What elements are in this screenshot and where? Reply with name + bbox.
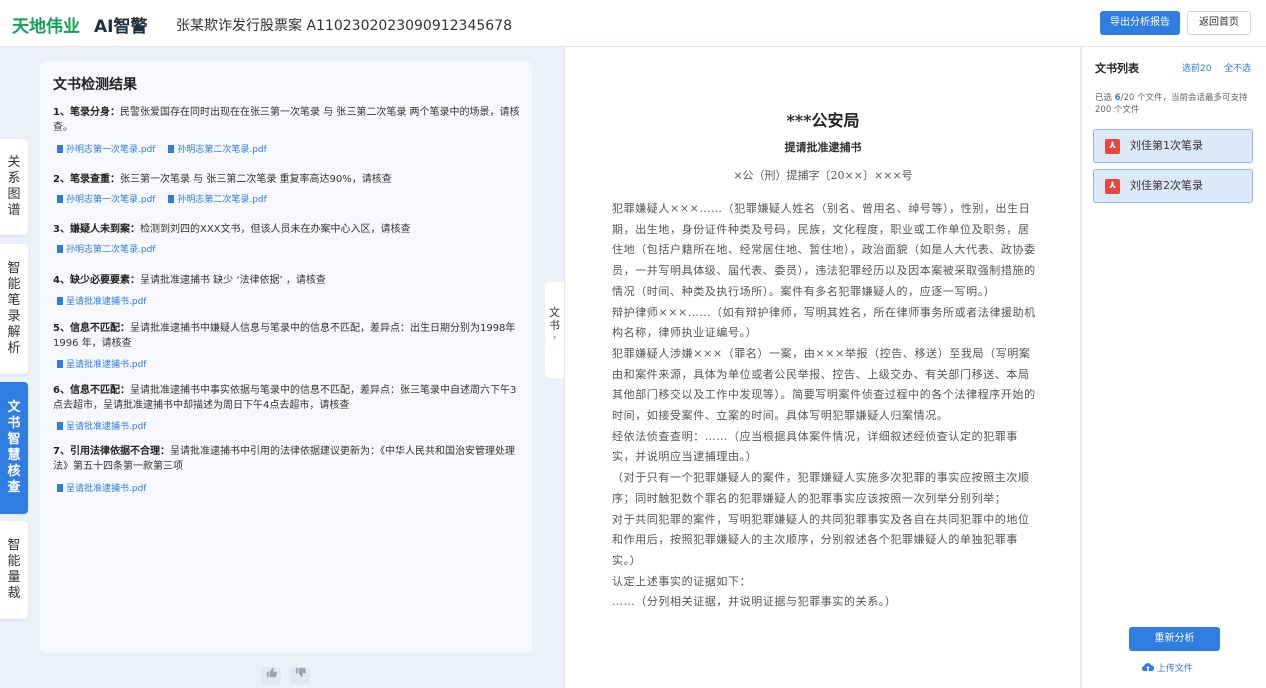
tab-smart-sentencing[interactable]: 智能量裁 [0, 521, 28, 619]
brand-subtitle: AI智警 [94, 17, 148, 37]
file-icon [57, 145, 63, 153]
file-link[interactable]: 孙明志第一次笔录.pdf [57, 145, 155, 155]
document-panel-toggle[interactable]: 文书 › [545, 282, 564, 378]
document-paragraph: 经依法侦查查明：……（应当根据具体案件情况，详细叙述经侦查认定的犯罪事实，并说明… [612, 429, 1018, 464]
file-item[interactable]: ⅄ 刘佳第2次笔录 [1093, 169, 1253, 203]
chevron-right-icon: › [552, 333, 557, 343]
document-paragraph: ……（分列相关证据，并说明证据与犯罪事实的关系。） [612, 595, 897, 609]
file-icon [57, 484, 63, 492]
result-item: 1、笔录分身：民警张爱国存在同时出现在在张三第一次笔录 与 张三第二次笔录 两个… [53, 105, 523, 135]
deselect-all-link[interactable]: 全不选 [1224, 61, 1251, 74]
file-icon [168, 145, 175, 153]
tab-smart-transcript-analysis[interactable]: 智能笔录解析 [0, 244, 28, 374]
document-paragraph: 犯罪嫌疑人×××……（犯罪嫌疑人姓名（别名、曾用名、绰号等），性别，出生日期，出… [612, 202, 1036, 298]
file-link[interactable]: 呈请批准逮捕书.pdf [57, 297, 146, 307]
file-link[interactable]: 孙明志第二次笔录.pdf [57, 245, 155, 255]
result-file-links: 呈请批准逮捕书.pdf [57, 294, 156, 307]
result-item: 5、信息不匹配：呈请批准逮捕书中嫌疑人信息与笔录中的信息不匹配，差异点：出生日期… [53, 321, 523, 351]
file-link[interactable]: 呈请批准逮捕书.pdf [57, 484, 146, 494]
document-title: 提请批准逮捕书 [784, 141, 862, 154]
result-item: 4、缺少必要要素：呈请批准逮捕书 缺少 ‘法律依据’ ，请核查 [53, 273, 523, 288]
file-icon [57, 245, 63, 253]
file-name: 刘佳第2次笔录 [1130, 179, 1203, 192]
result-item-head: 2、笔录查重： [53, 174, 120, 185]
file-icon [57, 297, 63, 305]
result-item-text: 检测到刘四的XXX文书，但该人员未在办案中心入区，请核查 [139, 224, 411, 235]
result-item-head: 4、缺少必要要素： [53, 275, 140, 286]
tab-relationship-graph[interactable]: 关系图谱 [0, 139, 28, 235]
thumbs-down-icon[interactable] [290, 667, 310, 685]
file-link[interactable]: 孙明志第二次笔录.pdf [168, 195, 267, 205]
document-paragraph: 对于共同犯罪的案件，写明犯罪嫌疑人的共同犯罪事实及各自在共同犯罪中的地位和作用后… [612, 512, 1030, 567]
file-list-panel: 文书列表 选前20 全不选 已选 6/20 个文件，当前会话最多可支持 200 … [1081, 47, 1266, 688]
upload-label: 上传文件 [1156, 664, 1193, 674]
export-report-button[interactable]: 导出分析报告 [1100, 11, 1180, 35]
file-item[interactable]: ⅄ 刘佳第1次笔录 [1093, 129, 1253, 163]
document-check-results-panel: 文书检测结果 1、笔录分身：民警张爱国存在同时出现在在张三第一次笔录 与 张三第… [40, 61, 532, 653]
file-icon [57, 195, 63, 203]
result-item-head: 3、嫌疑人未到案： [53, 224, 140, 235]
file-list-title: 文书列表 [1095, 62, 1139, 75]
result-item-text: 民警张爱国存在同时出现在在张三第一次笔录 与 张三第二次笔录 两个笔录中的场景，… [53, 107, 520, 133]
case-title: 张某欺诈发行股票案 A1102302023090912345678 [176, 18, 512, 34]
result-item-head: 7、引用法律依据不合理： [53, 446, 170, 457]
pdf-icon: ⅄ [1105, 139, 1120, 154]
document-toggle-label: 文书 [549, 306, 560, 332]
file-link[interactable]: 呈请批准逮捕书.pdf [57, 360, 146, 370]
selection-note: 已选 6/20 个文件，当前会话最多可支持 200 个文件 [1095, 93, 1248, 115]
document-viewer: ***公安局 提请批准逮捕书 ×公（刑）提捕字〔20××〕×××号 犯罪嫌疑人×… [564, 47, 1080, 688]
file-icon [57, 422, 63, 430]
document-org: ***公安局 [786, 111, 860, 130]
result-file-links: 孙明志第一次笔录.pdf 孙明志第二次笔录.pdf [57, 142, 277, 155]
result-item: 3、嫌疑人未到案：检测到刘四的XXX文书，但该人员未在办案中心入区，请核查 [53, 222, 523, 237]
tab-document-smart-check[interactable]: 文书智慧核查 [0, 382, 28, 514]
result-file-links: 呈请批准逮捕书.pdf [57, 481, 156, 494]
upload-file-button[interactable]: 上传文件 [1141, 661, 1193, 674]
file-icon [57, 360, 63, 368]
result-item: 7、引用法律依据不合理：呈请批准逮捕书中引用的法律依据建议更新为：《中华人民共和… [53, 444, 523, 474]
document-number: ×公（刑）提捕字〔20××〕×××号 [733, 169, 913, 182]
file-icon [168, 195, 175, 203]
pdf-icon: ⅄ [1105, 179, 1120, 194]
file-link[interactable]: 孙明志第二次笔录.pdf [168, 145, 267, 155]
back-home-button[interactable]: 返回首页 [1187, 11, 1251, 35]
select-first-20-link[interactable]: 选前20 [1182, 61, 1211, 74]
result-item-head: 6、信息不匹配： [53, 385, 130, 396]
brand-logo: 天地伟业 [12, 17, 80, 37]
document-body: 犯罪嫌疑人×××……（犯罪嫌疑人姓名（别名、曾用名、绰号等），性别，出生日期，出… [612, 199, 1040, 613]
result-item-text: 张三第一次笔录 与 张三第二次笔录 重复率高达90%，请核查 [119, 174, 392, 185]
thumbs-up-icon[interactable] [261, 667, 281, 685]
result-item-text: 呈请批准逮捕书 缺少 ‘法律依据’ ，请核查 [139, 275, 326, 286]
result-item: 2、笔录查重：张三第一次笔录 与 张三第二次笔录 重复率高达90%，请核查 [53, 172, 523, 187]
result-file-links: 孙明志第一次笔录.pdf 孙明志第二次笔录.pdf [57, 192, 277, 205]
file-link[interactable]: 孙明志第一次笔录.pdf [57, 195, 155, 205]
reanalyze-button[interactable]: 重新分析 [1129, 627, 1220, 651]
result-file-links: 呈请批准逮捕书.pdf [57, 357, 156, 370]
file-name: 刘佳第1次笔录 [1130, 139, 1203, 152]
result-file-links: 呈请批准逮捕书.pdf [57, 419, 156, 432]
result-item-head: 1、笔录分身： [53, 107, 120, 118]
document-paragraph: 犯罪嫌疑人涉嫌×××（罪名）一案，由×××举报（控告、移送）至我局（写明案由和案… [612, 346, 1036, 423]
result-file-links: 孙明志第二次笔录.pdf [57, 242, 165, 255]
document-paragraph: （对于只有一个犯罪嫌疑人的案件，犯罪嫌疑人实施多次犯罪的事实应按照主次顺序；同时… [612, 471, 1030, 505]
top-header: 天地伟业 AI智警 张某欺诈发行股票案 A1102302023090912345… [0, 0, 1266, 47]
results-title: 文书检测结果 [53, 77, 137, 93]
file-link[interactable]: 呈请批准逮捕书.pdf [57, 422, 146, 432]
document-paragraph: 认定上述事实的证据如下： [612, 574, 752, 588]
result-item: 6、信息不匹配：呈请批准逮捕书中事实依据与笔录中的信息不匹配，差异点：张三笔录中… [53, 383, 523, 413]
document-paragraph: 辩护律师×××……（如有辩护律师，写明其姓名，所在律师事务所或者法律援助机构名称… [612, 305, 1036, 340]
result-item-head: 5、信息不匹配： [53, 323, 130, 334]
cloud-upload-icon [1141, 663, 1155, 672]
